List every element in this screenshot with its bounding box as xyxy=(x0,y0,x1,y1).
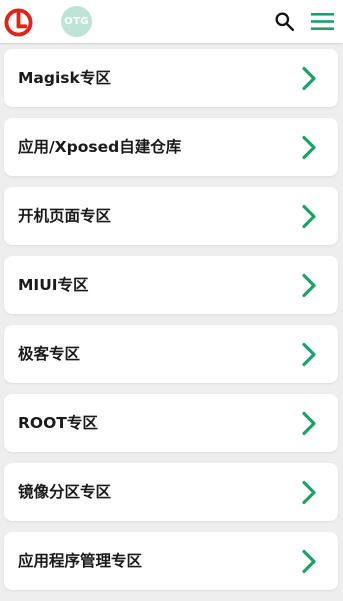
chevron-right-icon xyxy=(302,135,316,160)
category-item-app-management[interactable]: 应用程序管理专区 xyxy=(4,532,338,590)
category-item-app-xposed-repo[interactable]: 应用/Xposed自建仓库 xyxy=(4,118,338,176)
chevron-right-icon xyxy=(302,342,316,367)
chevron-right-icon xyxy=(302,273,316,298)
category-label: 应用程序管理专区 xyxy=(18,552,143,570)
category-label: 开机页面专区 xyxy=(18,207,112,225)
category-item-root[interactable]: ROOT专区 xyxy=(4,394,338,452)
category-label: ROOT专区 xyxy=(18,414,98,432)
category-label: 应用/Xposed自建仓库 xyxy=(18,138,182,156)
chevron-right-icon xyxy=(302,411,316,436)
category-item-image-partition[interactable]: 镜像分区专区 xyxy=(4,463,338,521)
category-label: MIUI专区 xyxy=(18,276,89,294)
otg-badge[interactable]: OTG xyxy=(61,6,92,37)
search-icon[interactable] xyxy=(274,11,295,32)
category-item-geek[interactable]: 极客专区 xyxy=(4,325,338,383)
category-label: 镜像分区专区 xyxy=(18,483,112,501)
chevron-right-icon xyxy=(302,549,316,574)
chevron-right-icon xyxy=(302,204,316,229)
menu-icon[interactable] xyxy=(311,12,334,31)
category-item-magisk[interactable]: Magisk专区 xyxy=(4,49,338,107)
chevron-right-icon xyxy=(302,480,316,505)
chevron-right-icon xyxy=(302,66,316,91)
category-list: Magisk专区 应用/Xposed自建仓库 开机页面专区 MIUI专区 极客专… xyxy=(4,49,338,601)
top-bar: OTG xyxy=(0,0,343,43)
category-label: 极客专区 xyxy=(18,345,81,363)
category-item-boot-page[interactable]: 开机页面专区 xyxy=(4,187,338,245)
logo-icon xyxy=(4,8,33,37)
category-label: Magisk专区 xyxy=(18,69,111,87)
category-item-miui[interactable]: MIUI专区 xyxy=(4,256,338,314)
